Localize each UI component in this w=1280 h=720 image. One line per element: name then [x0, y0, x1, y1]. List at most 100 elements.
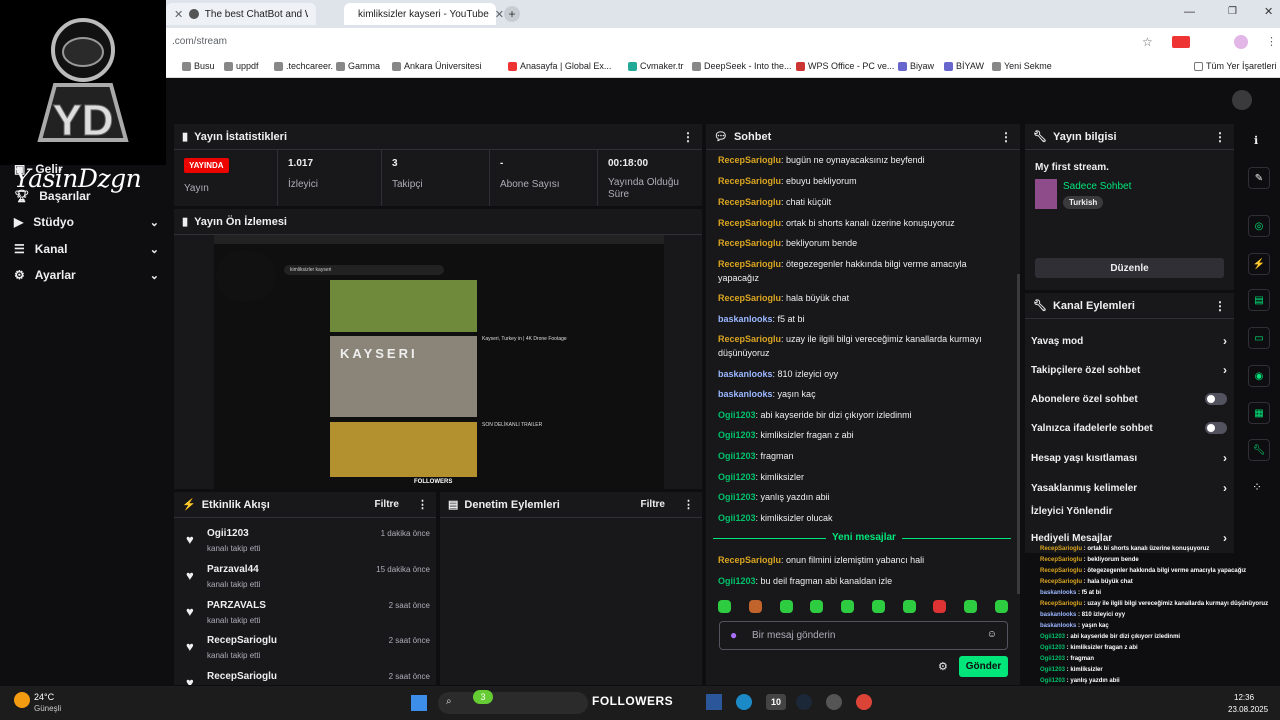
obs-icon[interactable]	[826, 694, 842, 710]
maximize-icon[interactable]: ❐	[1228, 6, 1237, 17]
mic-icon[interactable]: ●	[730, 628, 737, 642]
channel-action-row[interactable]: Hesap yaşı kısıtlaması ›	[1031, 451, 1227, 465]
emote-icon[interactable]	[964, 600, 978, 613]
chat-icon[interactable]: ▭	[1248, 327, 1270, 349]
chat-username[interactable]: RecepSarioglu	[718, 197, 781, 207]
emote-icon[interactable]	[748, 600, 762, 613]
channel-action-row[interactable]: Yalnızca ifadelerle sohbet	[1031, 422, 1227, 434]
preview-video[interactable]: kimliksizler kayseri KAYSERI Kayseri, Tu…	[214, 235, 664, 489]
emote-icon[interactable]	[810, 600, 824, 613]
tag-badge[interactable]: Turkish	[1063, 196, 1104, 209]
document-icon[interactable]: ▤	[1248, 289, 1270, 311]
tab-close-icon[interactable]: ✕	[495, 8, 504, 21]
edit-icon[interactable]: ✎	[1248, 167, 1270, 189]
emoji-icon[interactable]: ☺	[987, 629, 997, 640]
new-tab-button[interactable]: +	[504, 6, 520, 22]
more-options-icon[interactable]: ⋮	[682, 130, 694, 144]
chat-username[interactable]: baskanlooks	[718, 314, 773, 324]
emote-icon[interactable]	[994, 600, 1008, 613]
chat-username[interactable]: Ogii1203	[718, 492, 756, 502]
emote-icon[interactable]	[902, 600, 916, 613]
bookmark[interactable]: Anasayfa | Global Ex...	[508, 61, 611, 71]
all-bookmarks[interactable]: Tüm Yer İşaretleri	[1194, 61, 1277, 71]
chat-username[interactable]: RecepSarioglu	[718, 334, 781, 344]
bookmark-star-icon[interactable]: ☆	[1142, 35, 1153, 49]
more-options-icon[interactable]: ⋮	[1000, 130, 1012, 144]
tab-close-icon[interactable]: ✕	[174, 8, 183, 21]
bolt-icon[interactable]: ⚡	[1248, 253, 1270, 275]
steam-icon[interactable]	[796, 694, 812, 710]
emote-icon[interactable]	[933, 600, 947, 613]
emote-icon[interactable]	[779, 600, 793, 613]
nav-gelir[interactable]: ▣ Gelir	[14, 162, 159, 176]
apps-icon[interactable]: ⁘	[1252, 480, 1262, 494]
tab-chatbot[interactable]: ✕ The best ChatBot and Widgets	[166, 3, 316, 25]
info-icon[interactable]: ℹ	[1254, 134, 1258, 147]
chat-username[interactable]: RecepSarioglu	[718, 293, 781, 303]
nav-studyo[interactable]: ▶ Stüdyo ⌄	[14, 215, 159, 229]
bookmark[interactable]: uppdf	[224, 61, 259, 71]
taskbar-search[interactable]: ⌕ 3	[438, 690, 588, 714]
channel-action-row[interactable]: Takipçilere özel sohbet ›	[1031, 363, 1227, 377]
chat-settings-icon[interactable]: ⚙	[938, 660, 948, 673]
channel-action-row[interactable]: Yavaş mod ›	[1031, 334, 1227, 348]
nav-kanal[interactable]: ☰ Kanal ⌄	[14, 242, 159, 256]
bookmark[interactable]: Ankara Üniversitesi	[392, 61, 482, 71]
chat-username[interactable]: Ogii1203	[718, 472, 756, 482]
bookmark[interactable]: WPS Office - PC ve...	[796, 61, 894, 71]
bookmark[interactable]: BİYAW	[944, 61, 984, 71]
user-avatar[interactable]	[1232, 90, 1252, 110]
chat-username[interactable]: baskanlooks	[718, 369, 773, 379]
filter-button[interactable]: Filtre	[375, 499, 399, 510]
more-options-icon[interactable]: ⋮	[1214, 130, 1226, 144]
emote-icon[interactable]	[871, 600, 885, 613]
nav-basarilar[interactable]: 🏆︎ Başarılar	[14, 189, 159, 203]
more-options-icon[interactable]: ⋮	[1214, 299, 1226, 313]
bookmark[interactable]: Yeni Sekme	[992, 61, 1052, 71]
extension-new-icon[interactable]	[1172, 36, 1190, 48]
filter-button[interactable]: Filtre	[641, 499, 665, 510]
app-badge[interactable]: 10	[766, 694, 786, 710]
broadcast-icon[interactable]: ◉	[1248, 365, 1270, 387]
chat-username[interactable]: RecepSarioglu	[718, 155, 781, 165]
chat-username[interactable]: RecepSarioglu	[718, 218, 781, 228]
toggle-switch[interactable]	[1205, 393, 1227, 405]
chat-username[interactable]: RecepSarioglu	[718, 259, 781, 269]
chat-username[interactable]: RecepSarioglu	[718, 176, 781, 186]
bookmark[interactable]: Cvmaker.tr	[628, 61, 684, 71]
chat-scrollbar[interactable]	[1017, 274, 1020, 594]
chat-username[interactable]: Ogii1203	[718, 513, 756, 523]
category-link[interactable]: Sadece Sohbet	[1063, 181, 1131, 192]
emote-icon[interactable]	[841, 600, 855, 613]
toggle-switch[interactable]	[1205, 422, 1227, 434]
word-icon[interactable]	[706, 694, 722, 710]
bookmark[interactable]: .techcareer.	[274, 61, 333, 71]
close-window-icon[interactable]: ✕	[1264, 5, 1273, 18]
channel-action-row[interactable]: Hediyeli Mesajlar ›	[1031, 531, 1227, 545]
chat-username[interactable]: RecepSarioglu	[718, 238, 781, 248]
minimize-icon[interactable]: —	[1184, 6, 1195, 18]
edit-button[interactable]: Düzenle	[1035, 258, 1224, 278]
bookmark[interactable]: Busu	[182, 61, 215, 71]
chat-username[interactable]: RecepSarioglu	[718, 555, 781, 565]
bookmark[interactable]: Gamma	[336, 61, 380, 71]
windows-start-icon[interactable]	[411, 695, 427, 711]
emote-icon[interactable]	[718, 600, 731, 613]
profile-avatar[interactable]	[1234, 35, 1248, 49]
wrench-icon[interactable]: 🔧︎	[1248, 439, 1270, 461]
channel-action-row[interactable]: Yasaklanmış kelimeler ›	[1031, 481, 1227, 495]
layout-icon[interactable]: ▦	[1248, 402, 1270, 424]
more-options-icon[interactable]: ⋮	[417, 498, 428, 511]
bookmark[interactable]: Biyaw	[898, 61, 934, 71]
tab-youtube[interactable]: kimliksizler kayseri - YouTube ✕	[344, 3, 504, 25]
chat-username[interactable]: baskanlooks	[718, 389, 773, 399]
nav-ayarlar[interactable]: ⚙ Ayarlar ⌄	[14, 268, 159, 282]
channel-action-row[interactable]: Abonelere özel sohbet	[1031, 393, 1227, 405]
more-options-icon[interactable]: ⋮	[683, 498, 694, 511]
menu-kebab-icon[interactable]: ⋮	[1266, 35, 1277, 48]
send-button[interactable]: Gönder	[959, 656, 1008, 677]
chat-username[interactable]: Ogii1203	[718, 430, 756, 440]
channel-action-row[interactable]: İzleyici Yönlendir	[1031, 506, 1227, 517]
edge-icon[interactable]	[736, 694, 752, 710]
chat-username[interactable]: Ogii1203	[718, 410, 756, 420]
